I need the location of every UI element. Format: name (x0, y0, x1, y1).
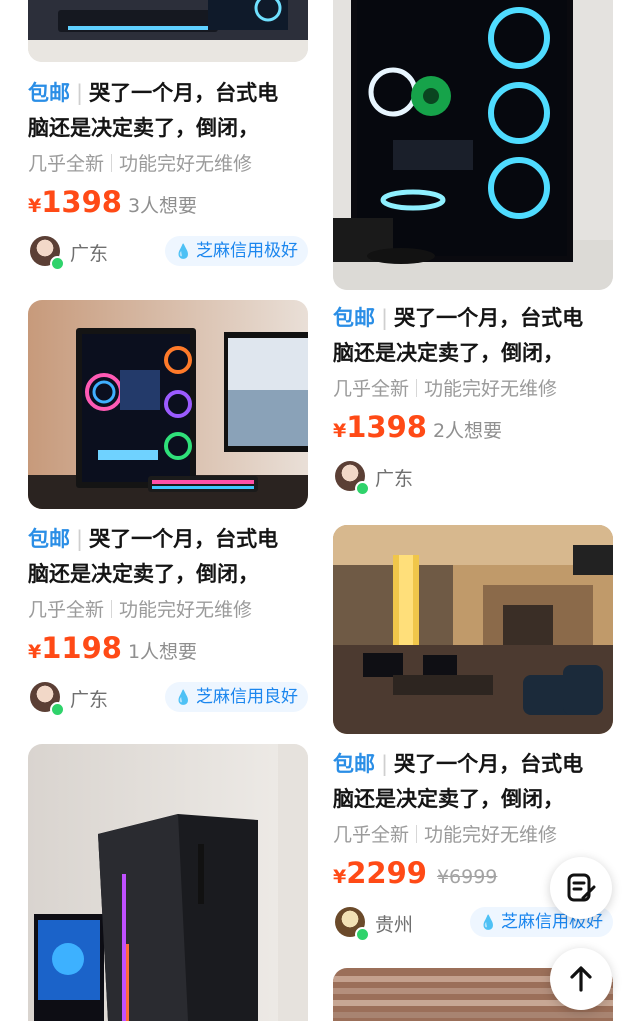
seller-row[interactable]: 广东 💧 芝麻信用极好 (28, 234, 308, 271)
seller-row[interactable]: 广东 💧 芝麻信用良好 (28, 680, 308, 717)
free-shipping-tag: 包邮 (28, 81, 70, 105)
product-title-line1: 包邮 | 哭了一个月，台式电 (28, 81, 279, 105)
price-row: ¥2299 ¥6999 (333, 856, 498, 890)
location: 广东 (375, 468, 414, 490)
price: 1398 (346, 410, 427, 444)
product-attributes: 几乎全新 功能完好无维修 (28, 153, 253, 175)
product-image[interactable] (28, 744, 308, 1021)
location: 广东 (70, 243, 109, 265)
free-shipping-tag: 包邮 (333, 752, 375, 776)
online-indicator (50, 702, 65, 717)
product-attributes: 几乎全新 功能完好无维修 (333, 824, 558, 846)
wants-count: 1人想要 (127, 641, 198, 663)
sesame-credit-icon: 💧 (479, 915, 497, 931)
product-title-line1: 包邮 | 哭了一个月，台式电 (28, 527, 279, 551)
product-title-line2: 脑还是决定卖了，倒闭， (333, 787, 564, 811)
product-title-line2: 脑还是决定卖了，倒闭， (28, 116, 259, 140)
sesame-credit-icon: 💧 (174, 244, 192, 260)
edit-note-button[interactable] (550, 857, 612, 919)
product-image[interactable] (333, 0, 613, 290)
product-attributes: 几乎全新 功能完好无维修 (333, 378, 558, 400)
product-title-line2: 脑还是决定卖了，倒闭， (28, 562, 259, 586)
arrow-up-icon (570, 966, 592, 992)
credit-badge: 💧 芝麻信用极好 (164, 236, 308, 266)
free-shipping-tag: 包邮 (28, 527, 70, 551)
product-image[interactable] (28, 0, 308, 62)
credit-badge: 💧 芝麻信用良好 (164, 682, 308, 712)
seller-row[interactable]: 广东 (333, 459, 613, 496)
price-row: ¥1398 2人想要 (333, 410, 503, 444)
online-indicator (50, 256, 65, 271)
product-title-line1: 包邮 | 哭了一个月，台式电 (333, 752, 584, 776)
wants-count: 2人想要 (432, 420, 503, 442)
location: 贵州 (375, 914, 414, 936)
price-row: ¥1398 3人想要 (28, 185, 198, 219)
price: 1398 (41, 185, 122, 219)
product-title-line2: 脑还是决定卖了，倒闭， (333, 341, 564, 365)
product-image[interactable] (333, 525, 613, 734)
location: 广东 (70, 689, 109, 711)
price-row: ¥1198 1人想要 (28, 631, 198, 665)
product-attributes: 几乎全新 功能完好无维修 (28, 599, 253, 621)
scroll-to-top-button[interactable] (550, 948, 612, 1010)
product-image[interactable] (28, 300, 308, 509)
online-indicator (355, 481, 370, 496)
sesame-credit-icon: 💧 (174, 690, 192, 706)
original-price: ¥6999 (436, 866, 498, 888)
online-indicator (355, 927, 370, 942)
price: 1198 (41, 631, 122, 665)
edit-note-icon (567, 873, 596, 902)
product-title-line1: 包邮 | 哭了一个月，台式电 (333, 306, 584, 330)
wants-count: 3人想要 (127, 195, 198, 217)
price: 2299 (346, 856, 427, 890)
free-shipping-tag: 包邮 (333, 306, 375, 330)
